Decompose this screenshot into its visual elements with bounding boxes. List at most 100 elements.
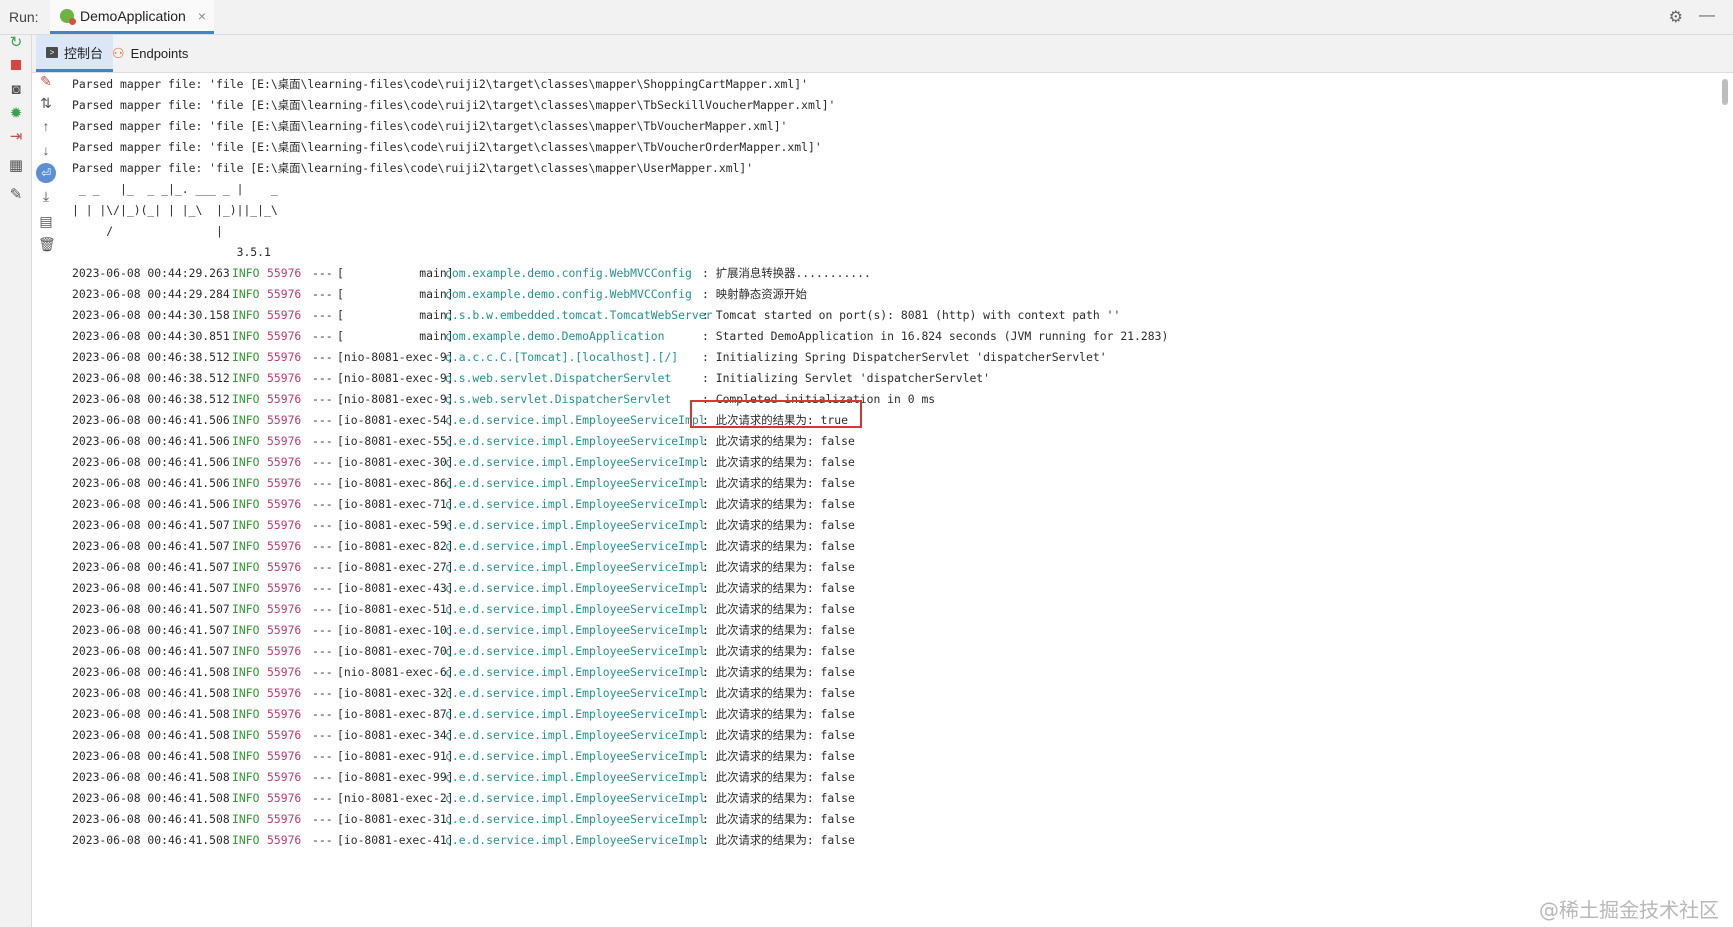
run-tab-title: DemoApplication <box>80 7 186 24</box>
log-thread: [nio-8081-exec-9] <box>337 371 454 385</box>
log-separator: --- <box>312 644 333 658</box>
log-row: 2023-06-08 00:46:41.508 INFO 55976 --- [io-8… <box>72 703 1712 725</box>
log-timestamp: 2023-06-08 00:44:29.284 <box>72 287 230 301</box>
sort-icon[interactable]: ⇅ <box>38 95 54 111</box>
log-separator: --- <box>312 581 333 595</box>
log-message: : Tomcat started on port(s): 8081 (http)… <box>702 308 1121 322</box>
log-row: 2023-06-08 00:46:41.507 INFO 55976 --- [io-8… <box>72 619 1712 641</box>
tab-endpoints-label: Endpoints <box>130 46 189 61</box>
log-separator: --- <box>312 707 333 721</box>
layout-icon[interactable]: ▦ <box>8 158 24 174</box>
console-actions-toolbar: ✎ ⇅ ↑ ↓ ⏎ ⤓ ▤ 🗑 <box>32 73 60 927</box>
log-timestamp: 2023-06-08 00:46:41.508 <box>72 707 230 721</box>
close-icon[interactable]: × <box>198 8 206 24</box>
camera-icon[interactable]: ◙ <box>8 82 24 98</box>
exit-icon[interactable]: ⇥ <box>8 129 24 145</box>
log-separator: --- <box>312 812 333 826</box>
console-output[interactable]: Parsed mapper file: 'file [E:\桌面\learnin… <box>60 73 1715 927</box>
log-pid: 55976 <box>267 728 302 742</box>
log-level: INFO <box>232 518 260 532</box>
log-logger: o.s.b.w.embedded.tomcat.TomcatWebServer <box>445 308 713 322</box>
log-message: : Started DemoApplication in 16.824 seco… <box>702 329 1169 343</box>
log-message: : 映射静态资源开始 <box>702 287 807 301</box>
soft-wrap-icon[interactable]: ⏎ <box>36 163 56 183</box>
log-pid: 55976 <box>267 665 302 679</box>
log-logger: com.example.demo.DemoApplication <box>445 329 665 343</box>
debug-icon[interactable]: ✹ <box>8 106 24 122</box>
log-logger: c.e.d.service.impl.EmployeeServiceImpl <box>445 791 706 805</box>
log-separator: --- <box>312 665 333 679</box>
log-logger: c.e.d.service.impl.EmployeeServiceImpl <box>445 644 706 658</box>
log-logger: c.e.d.service.impl.EmployeeServiceImpl <box>445 665 706 679</box>
log-thread: [io-8081-exec-32] <box>337 686 454 700</box>
log-logger: o.s.web.servlet.DispatcherServlet <box>445 392 672 406</box>
tab-endpoints[interactable]: ⚇ Endpoints <box>102 35 198 72</box>
vertical-scrollbar[interactable] <box>1717 73 1733 927</box>
log-level: INFO <box>232 308 260 322</box>
log-level: INFO <box>232 581 260 595</box>
log-level: INFO <box>232 623 260 637</box>
log-pid: 55976 <box>267 413 302 427</box>
log-pid: 55976 <box>267 329 302 343</box>
clear-icon[interactable]: ✎ <box>38 73 54 89</box>
log-separator: --- <box>312 329 333 343</box>
log-timestamp: 2023-06-08 00:46:41.507 <box>72 539 230 553</box>
log-separator: --- <box>312 833 333 847</box>
log-thread: [io-8081-exec-87] <box>337 707 454 721</box>
trash-icon[interactable]: 🗑 <box>38 236 56 252</box>
log-level: INFO <box>232 560 260 574</box>
rerun-icon[interactable]: ↻ <box>8 35 24 51</box>
log-pid: 55976 <box>267 623 302 637</box>
log-thread: [ main] <box>337 308 454 322</box>
log-row: 2023-06-08 00:44:29.263 INFO 55976 --- [ mai… <box>72 262 1712 284</box>
down-arrow-icon[interactable]: ↓ <box>38 142 54 158</box>
log-thread: [io-8081-exec-91] <box>337 749 454 763</box>
log-logger: c.e.d.service.impl.EmployeeServiceImpl <box>445 623 706 637</box>
log-thread: [io-8081-exec-59] <box>337 518 454 532</box>
scrollbar-thumb[interactable] <box>1722 79 1728 105</box>
log-pid: 55976 <box>267 770 302 784</box>
log-timestamp: 2023-06-08 00:46:41.508 <box>72 749 230 763</box>
log-message: : 此次请求的结果为: false <box>702 623 855 637</box>
tab-console-label: 控制台 <box>64 45 104 61</box>
console-line: Parsed mapper file: 'file [E:\桌面\learnin… <box>72 140 822 154</box>
log-level: INFO <box>232 539 260 553</box>
highlight-box <box>690 400 862 428</box>
gear-icon[interactable]: ⚙ <box>1669 7 1683 27</box>
log-row: 2023-06-08 00:44:29.284 INFO 55976 --- [ mai… <box>72 283 1712 305</box>
log-level: INFO <box>232 770 260 784</box>
log-logger: c.e.d.service.impl.EmployeeServiceImpl <box>445 434 706 448</box>
stop-icon[interactable] <box>8 58 24 74</box>
top-right-actions: ⚙ — <box>1669 7 1715 27</box>
log-pid: 55976 <box>267 707 302 721</box>
log-pid: 55976 <box>267 518 302 532</box>
scroll-to-end-icon[interactable]: ⤓ <box>38 188 54 204</box>
up-arrow-icon[interactable]: ↑ <box>38 118 54 134</box>
endpoints-icon: ⚇ <box>112 45 125 61</box>
log-separator: --- <box>312 518 333 532</box>
log-thread: [io-8081-exec-99] <box>337 770 454 784</box>
log-logger: o.s.web.servlet.DispatcherServlet <box>445 371 672 385</box>
log-level: INFO <box>232 287 260 301</box>
log-pid: 55976 <box>267 581 302 595</box>
log-row: 2023-06-08 00:46:41.508 INFO 55976 --- [io-8… <box>72 829 1712 851</box>
log-level: INFO <box>232 644 260 658</box>
log-logger: c.e.d.service.impl.EmployeeServiceImpl <box>445 728 706 742</box>
log-logger: c.e.d.service.impl.EmployeeServiceImpl <box>445 812 706 826</box>
log-message: : 此次请求的结果为: false <box>702 476 855 490</box>
run-tab-demo-application[interactable]: DemoApplication × <box>50 0 215 34</box>
banner-line: | | |\/|_)(_| | |_\ |_)||_|_\ <box>72 203 278 217</box>
print-icon[interactable]: ▤ <box>38 213 54 229</box>
log-message: : 此次请求的结果为: false <box>702 518 855 532</box>
log-row: 2023-06-08 00:46:41.507 INFO 55976 --- [io-8… <box>72 640 1712 662</box>
minimize-icon[interactable]: — <box>1699 7 1715 27</box>
log-logger: c.e.d.service.impl.EmployeeServiceImpl <box>445 518 706 532</box>
console-icon: > <box>46 46 58 58</box>
log-timestamp: 2023-06-08 00:46:41.507 <box>72 560 230 574</box>
pin-icon[interactable]: ✎ <box>8 187 24 203</box>
log-pid: 55976 <box>267 476 302 490</box>
log-pid: 55976 <box>267 371 302 385</box>
log-message: : 此次请求的结果为: false <box>702 560 855 574</box>
log-level: INFO <box>232 413 260 427</box>
run-label: Run: <box>9 9 39 25</box>
